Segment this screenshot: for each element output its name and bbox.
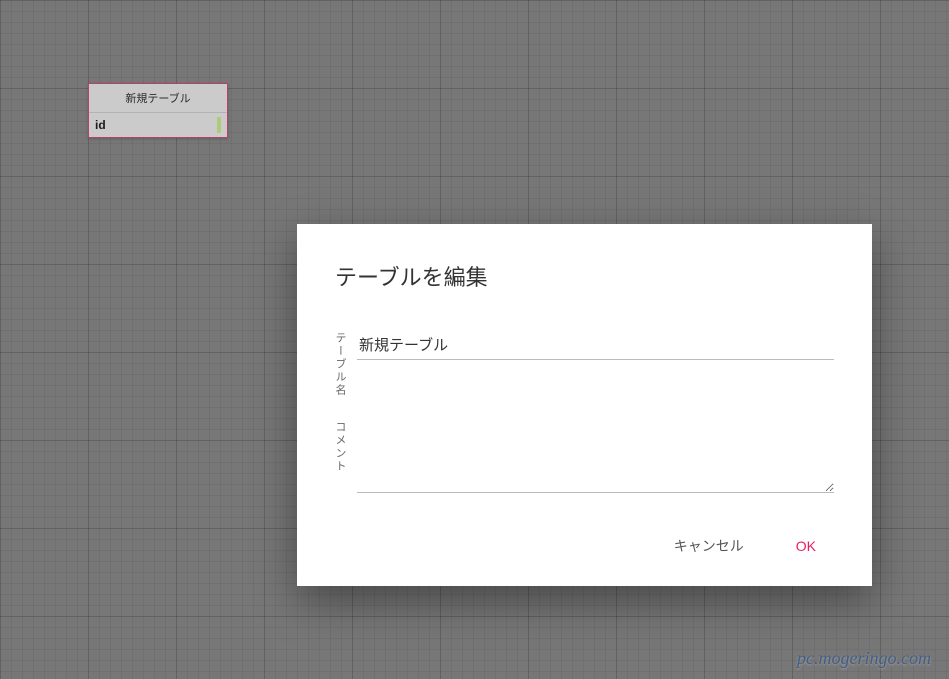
field-comment: コメント (335, 421, 834, 498)
cancel-button[interactable]: キャンセル (664, 528, 754, 564)
field-table-name: テーブル名 (335, 332, 834, 397)
comment-label: コメント (335, 421, 347, 498)
table-name-input[interactable] (357, 332, 834, 360)
table-name-label: テーブル名 (335, 332, 347, 397)
watermark-text: pc.mogeringo.com (797, 648, 931, 669)
comment-input[interactable] (357, 421, 834, 493)
edit-table-dialog: テーブルを編集 テーブル名 コメント キャンセル OK (297, 224, 872, 586)
dialog-title: テーブルを編集 (335, 260, 834, 292)
dialog-actions: キャンセル OK (335, 528, 834, 564)
ok-button[interactable]: OK (786, 528, 826, 564)
